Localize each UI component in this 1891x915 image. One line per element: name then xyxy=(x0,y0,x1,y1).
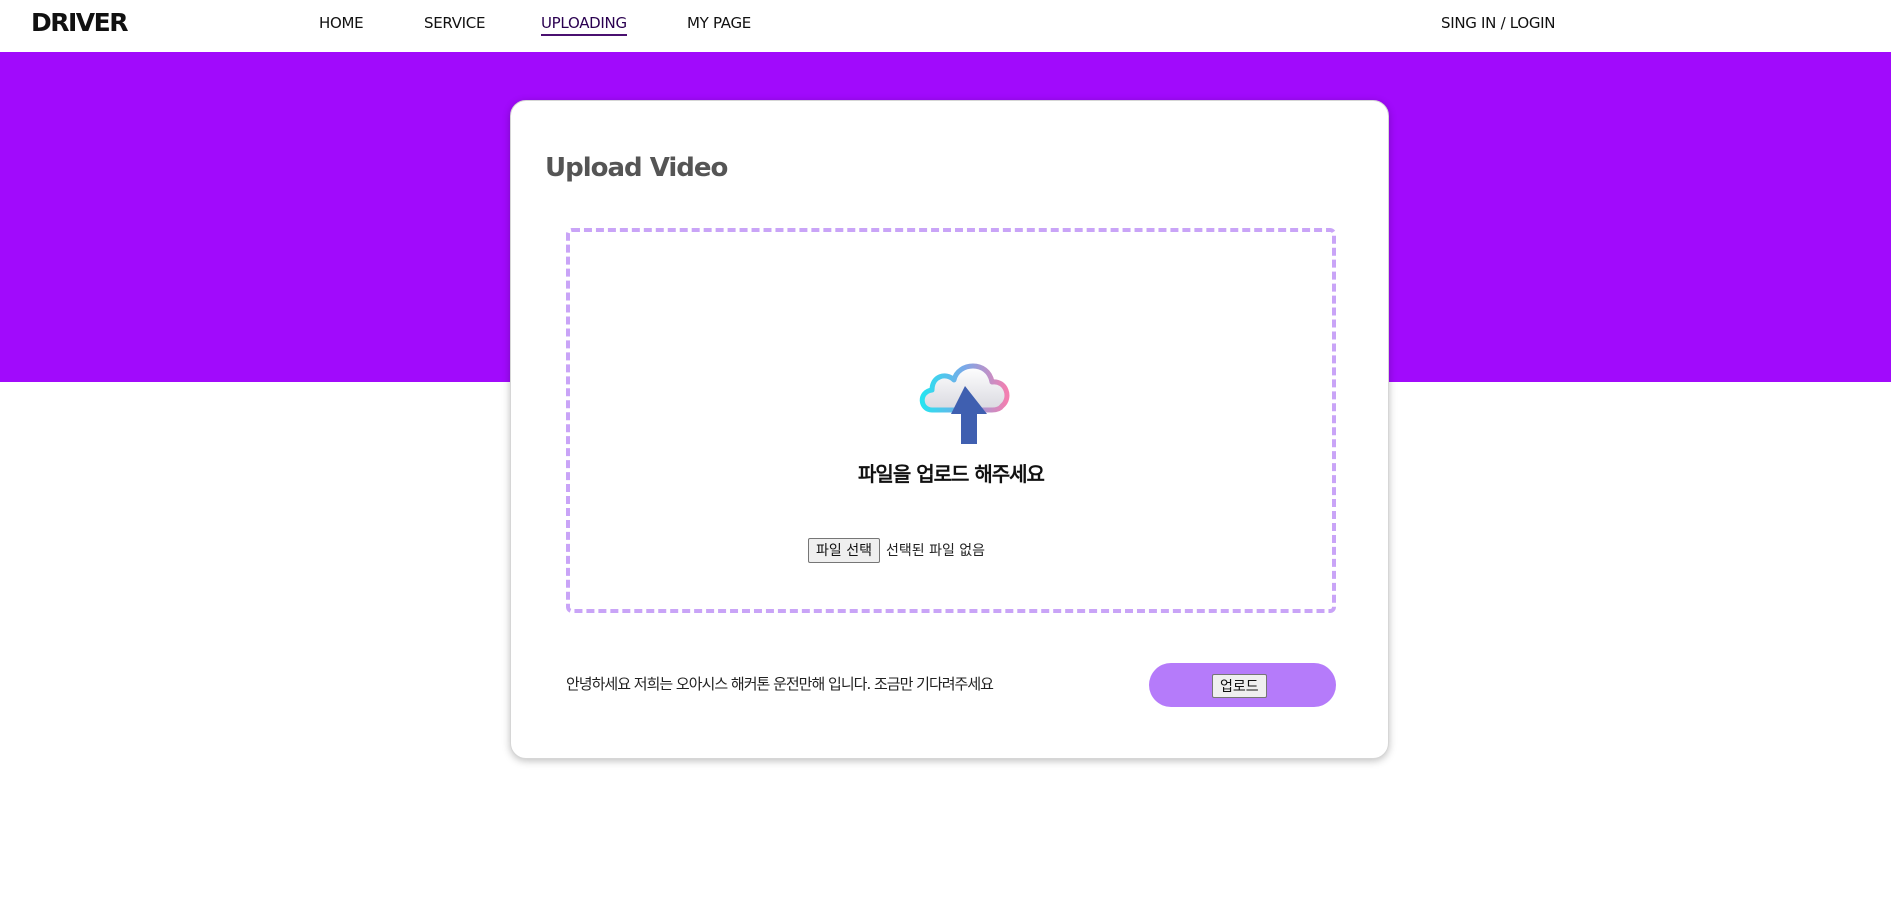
file-input[interactable]: 파일 선택 선택된 파일 없음 xyxy=(808,537,985,563)
nav-uploading[interactable]: UPLOADING xyxy=(541,14,627,36)
file-dropzone[interactable]: 파일을 업로드 해주세요 파일 선택 선택된 파일 없음 xyxy=(566,228,1336,613)
upload-button[interactable]: 업로드 xyxy=(1212,674,1267,698)
cloud-upload-icon xyxy=(919,363,1010,444)
info-message: 안녕하세요 저희는 오아시스 해커톤 운전만해 입니다. 조금만 기다려주세요 xyxy=(566,675,994,693)
upload-card: Upload Video 파일을 업로드 해주세요 파일 선택 선택된 파일 없… xyxy=(510,100,1389,759)
nav-mypage[interactable]: MY PAGE xyxy=(687,14,751,32)
top-navbar: DRIVER HOME SERVICE UPLOADING MY PAGE SI… xyxy=(0,0,1891,52)
nav-home[interactable]: HOME xyxy=(319,14,364,32)
brand-logo[interactable]: DRIVER xyxy=(31,8,128,37)
nav-service[interactable]: SERVICE xyxy=(424,14,485,32)
upload-button-container: 업로드 xyxy=(1149,663,1336,707)
choose-file-button[interactable]: 파일 선택 xyxy=(808,537,880,563)
dropzone-instruction: 파일을 업로드 해주세요 xyxy=(858,462,1045,486)
file-status: 선택된 파일 없음 xyxy=(885,543,986,559)
page-title: Upload Video xyxy=(545,153,728,183)
login-link[interactable]: SING IN / LOGIN xyxy=(1441,14,1556,32)
